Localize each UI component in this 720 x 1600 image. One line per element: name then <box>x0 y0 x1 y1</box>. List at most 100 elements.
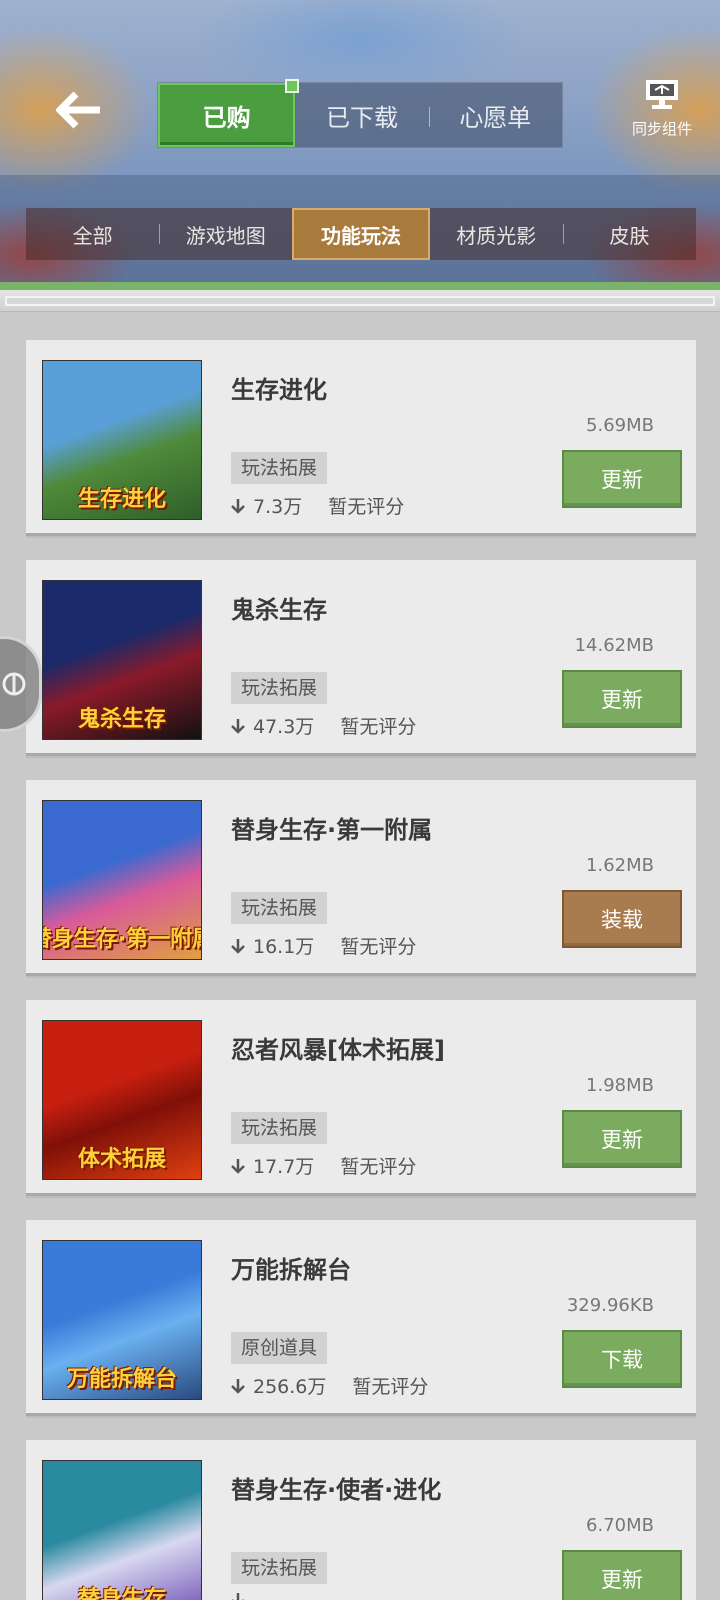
category-skins[interactable]: 皮肤 <box>562 208 696 260</box>
top-tab-bar: 已购 已下载 心愿单 <box>157 79 563 148</box>
action-label: 下载 <box>601 1348 643 1372</box>
thumbnail-caption: 替身生存·第一附属 <box>43 927 201 952</box>
download-count: 7.3万 <box>253 496 303 518</box>
resource-card[interactable]: 替身生存·第一附属 替身生存·第一附属 1.62MB 玩法拓展 16.1万 暂无… <box>26 780 696 976</box>
resource-tag: 玩法拓展 <box>231 452 328 484</box>
action-label: 更新 <box>601 1568 643 1592</box>
category-gameplay[interactable]: 功能玩法 <box>292 208 430 260</box>
rating-text: 暂无评分 <box>352 1376 429 1398</box>
resource-title: 生存进化 <box>231 376 327 404</box>
resource-card[interactable]: 替身生存 替身生存·使者·进化 6.70MB 玩法拓展 更新 <box>26 1440 696 1600</box>
resource-card[interactable]: 鬼杀生存 鬼杀生存 14.62MB 玩法拓展 47.3万 暂无评分 更新 <box>26 560 696 756</box>
rating-text: 暂无评分 <box>340 936 417 958</box>
resource-thumbnail[interactable]: 替身生存 <box>42 1460 202 1600</box>
tab-wishlist-label: 心愿单 <box>459 103 532 132</box>
resource-thumbnail[interactable]: 万能拆解台 <box>42 1240 202 1400</box>
resource-action-button[interactable]: 更新 <box>562 450 682 508</box>
download-arrow-icon <box>232 1593 244 1600</box>
resource-title: 万能拆解台 <box>231 1256 351 1284</box>
resource-size: 1.98MB <box>586 1075 654 1096</box>
resource-size: 6.70MB <box>586 1515 654 1536</box>
sync-components-icon <box>646 80 678 109</box>
thumbnail-caption: 体术拓展 <box>77 1147 166 1172</box>
back-button[interactable] <box>52 86 106 134</box>
resource-action-button[interactable]: 装载 <box>562 890 682 948</box>
header-divider <box>0 282 720 290</box>
category-textures-shaders[interactable]: 材质光影 <box>430 208 563 260</box>
resource-title: 替身生存·使者·进化 <box>231 1476 442 1504</box>
resource-thumbnail[interactable]: 生存进化 <box>42 360 202 520</box>
download-arrow-icon <box>231 1158 245 1174</box>
thumbnail-caption: 鬼杀生存 <box>77 707 166 732</box>
category-label: 皮肤 <box>609 223 650 248</box>
resource-meta: 47.3万 暂无评分 <box>231 712 416 739</box>
rating-text: 暂无评分 <box>340 1156 417 1178</box>
category-tab-bar: 全部 游戏地图 功能玩法 材质光影 皮肤 <box>26 208 696 260</box>
resource-action-button[interactable]: 更新 <box>562 1110 682 1168</box>
resource-title: 忍者风暴[体术拓展] <box>231 1036 445 1064</box>
download-arrow-icon <box>231 1378 245 1394</box>
tab-purchased-label: 已购 <box>202 103 251 132</box>
resource-card[interactable]: 体术拓展 忍者风暴[体术拓展] 1.98MB 玩法拓展 17.7万 暂无评分 更… <box>26 1000 696 1196</box>
resource-thumbnail[interactable]: 鬼杀生存 <box>42 580 202 740</box>
category-all[interactable]: 全部 <box>26 208 159 260</box>
resource-title: 鬼杀生存 <box>231 596 327 624</box>
download-arrow-icon <box>231 938 245 954</box>
resource-size: 5.69MB <box>586 415 654 436</box>
resource-thumbnail[interactable]: 体术拓展 <box>42 1020 202 1180</box>
sync-components-button[interactable]: 同步组件 <box>620 78 704 144</box>
download-count: 17.7万 <box>253 1156 315 1178</box>
resource-meta: 7.3万 暂无评分 <box>231 492 404 519</box>
floating-assistant-icon <box>2 672 26 696</box>
category-divider <box>562 224 564 244</box>
category-label: 全部 <box>72 223 113 248</box>
resource-tag: 玩法拓展 <box>231 672 328 704</box>
resource-size: 329.96KB <box>566 1295 654 1316</box>
tab-wishlist[interactable]: 心愿单 <box>428 83 562 147</box>
download-count: 47.3万 <box>253 716 315 738</box>
resource-list: 生存进化 生存进化 5.69MB 玩法拓展 7.3万 暂无评分 更新 鬼杀生存 … <box>26 340 696 1600</box>
action-label: 装载 <box>601 908 643 932</box>
resource-size: 1.62MB <box>586 855 654 876</box>
resource-size: 14.62MB <box>574 635 654 656</box>
list-top-strip-inner <box>5 296 715 306</box>
resource-card[interactable]: 生存进化 生存进化 5.69MB 玩法拓展 7.3万 暂无评分 更新 <box>26 340 696 536</box>
resource-tag: 玩法拓展 <box>231 1552 328 1584</box>
tab-purchased[interactable]: 已购 <box>158 79 300 147</box>
category-divider <box>159 224 161 244</box>
tab-divider <box>428 107 430 127</box>
resource-thumbnail[interactable]: 替身生存·第一附属 <box>42 800 202 960</box>
resource-title: 替身生存·第一附属 <box>231 816 433 844</box>
sync-components-label: 同步组件 <box>631 120 692 138</box>
resource-action-button[interactable]: 下载 <box>562 1330 682 1388</box>
action-label: 更新 <box>601 468 643 492</box>
back-arrow-icon <box>56 91 100 129</box>
resource-card[interactable]: 万能拆解台 万能拆解台 329.96KB 原创道具 256.6万 暂无评分 下载 <box>26 1220 696 1416</box>
resource-tag: 玩法拓展 <box>231 1112 328 1144</box>
resource-meta <box>231 1592 279 1600</box>
download-arrow-icon <box>231 498 245 514</box>
download-count: 256.6万 <box>253 1376 327 1398</box>
category-label: 材质光影 <box>456 223 537 248</box>
resource-tag: 玩法拓展 <box>231 892 328 924</box>
thumbnail-caption: 万能拆解台 <box>66 1367 177 1392</box>
tab-downloaded-label: 已下载 <box>325 103 398 132</box>
rating-text: 暂无评分 <box>328 496 405 518</box>
category-label: 功能玩法 <box>321 223 401 248</box>
resource-meta: 16.1万 暂无评分 <box>231 932 416 959</box>
thumbnail-caption: 替身生存 <box>77 1587 166 1600</box>
download-arrow-icon <box>231 718 245 734</box>
thumbnail-caption: 生存进化 <box>77 487 166 512</box>
rating-text: 暂无评分 <box>340 716 417 738</box>
category-game-maps[interactable]: 游戏地图 <box>159 208 292 260</box>
resource-tag: 原创道具 <box>231 1332 328 1364</box>
action-label: 更新 <box>601 1128 643 1152</box>
resource-action-button[interactable]: 更新 <box>562 670 682 728</box>
thumbnail-art <box>43 1461 201 1600</box>
resource-meta: 256.6万 暂无评分 <box>231 1372 428 1399</box>
download-count: 16.1万 <box>253 936 315 958</box>
tab-downloaded[interactable]: 已下载 <box>295 83 428 147</box>
resource-meta: 17.7万 暂无评分 <box>231 1152 416 1179</box>
action-label: 更新 <box>601 688 643 712</box>
resource-action-button[interactable]: 更新 <box>562 1550 682 1600</box>
